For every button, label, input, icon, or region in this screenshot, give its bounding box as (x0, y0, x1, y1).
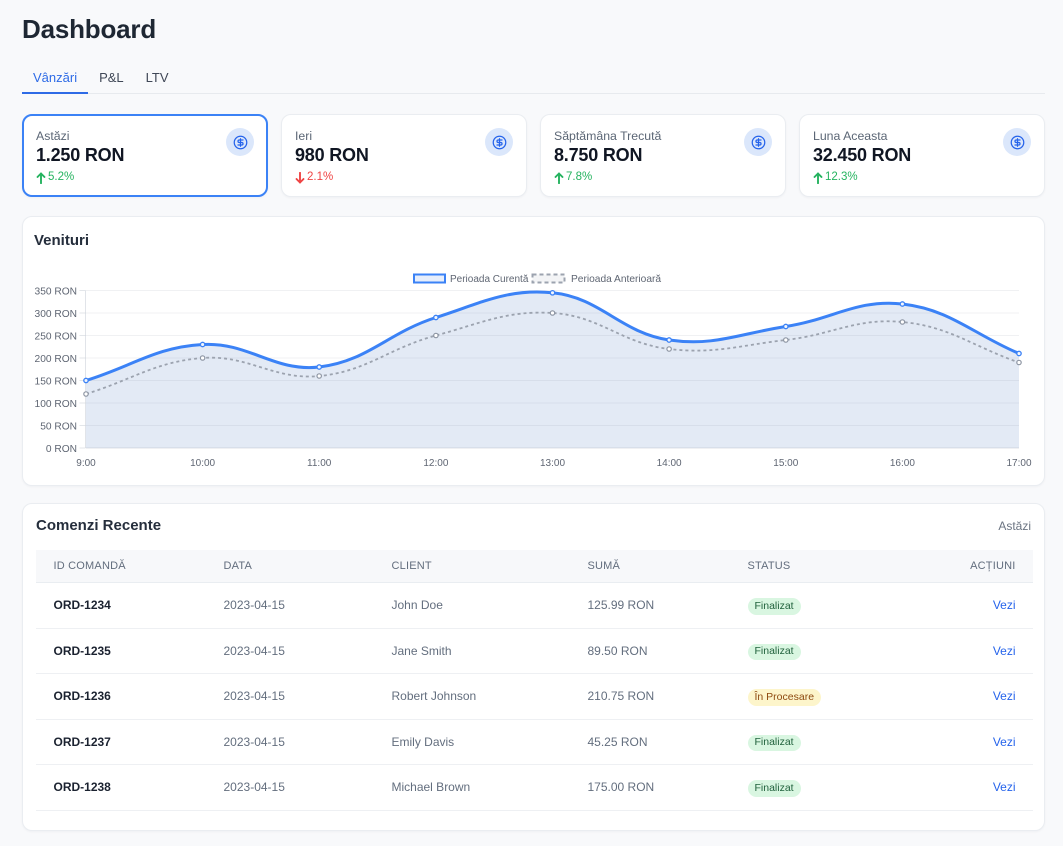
svg-text:12:00: 12:00 (423, 458, 448, 469)
svg-text:16:00: 16:00 (890, 458, 915, 469)
svg-text:350 RON: 350 RON (35, 287, 77, 298)
svg-text:10:00: 10:00 (190, 458, 215, 469)
svg-text:14:00: 14:00 (657, 458, 682, 469)
svg-text:11:00: 11:00 (307, 458, 332, 469)
svg-text:250 RON: 250 RON (35, 332, 77, 343)
svg-text:0 RON: 0 RON (46, 444, 77, 455)
svg-text:200 RON: 200 RON (35, 354, 77, 365)
svg-text:150 RON: 150 RON (35, 377, 77, 388)
svg-text:9:00: 9:00 (76, 458, 96, 469)
svg-text:300 RON: 300 RON (35, 309, 77, 320)
svg-text:17:00: 17:00 (1006, 458, 1031, 469)
svg-text:Perioada Anterioară: Perioada Anterioară (571, 274, 661, 285)
svg-text:50 RON: 50 RON (40, 422, 77, 433)
svg-text:Perioada Curentă: Perioada Curentă (450, 274, 529, 285)
svg-text:100 RON: 100 RON (35, 399, 77, 410)
svg-text:15:00: 15:00 (773, 458, 798, 469)
svg-text:13:00: 13:00 (540, 458, 565, 469)
